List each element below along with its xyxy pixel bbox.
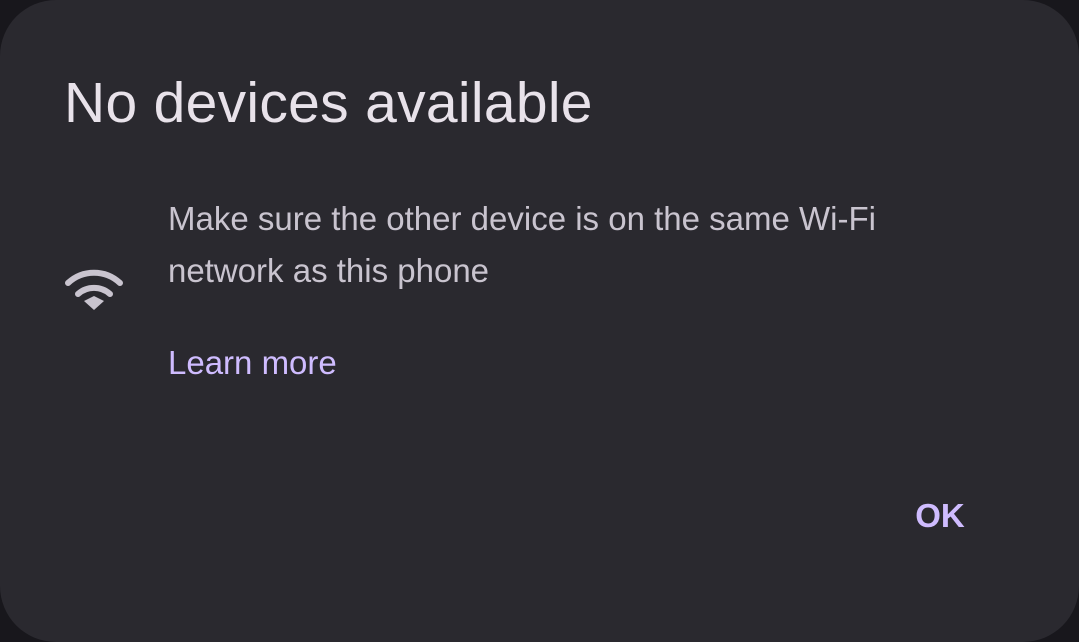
wifi-icon	[64, 266, 124, 314]
learn-more-link[interactable]: Learn more	[168, 340, 337, 386]
dialog-message: Make sure the other device is on the sam…	[168, 200, 876, 289]
dialog-title: No devices available	[64, 71, 593, 135]
no-devices-dialog: No devices available Make sure the other…	[0, 0, 1079, 642]
ok-button[interactable]: OK	[892, 486, 988, 546]
